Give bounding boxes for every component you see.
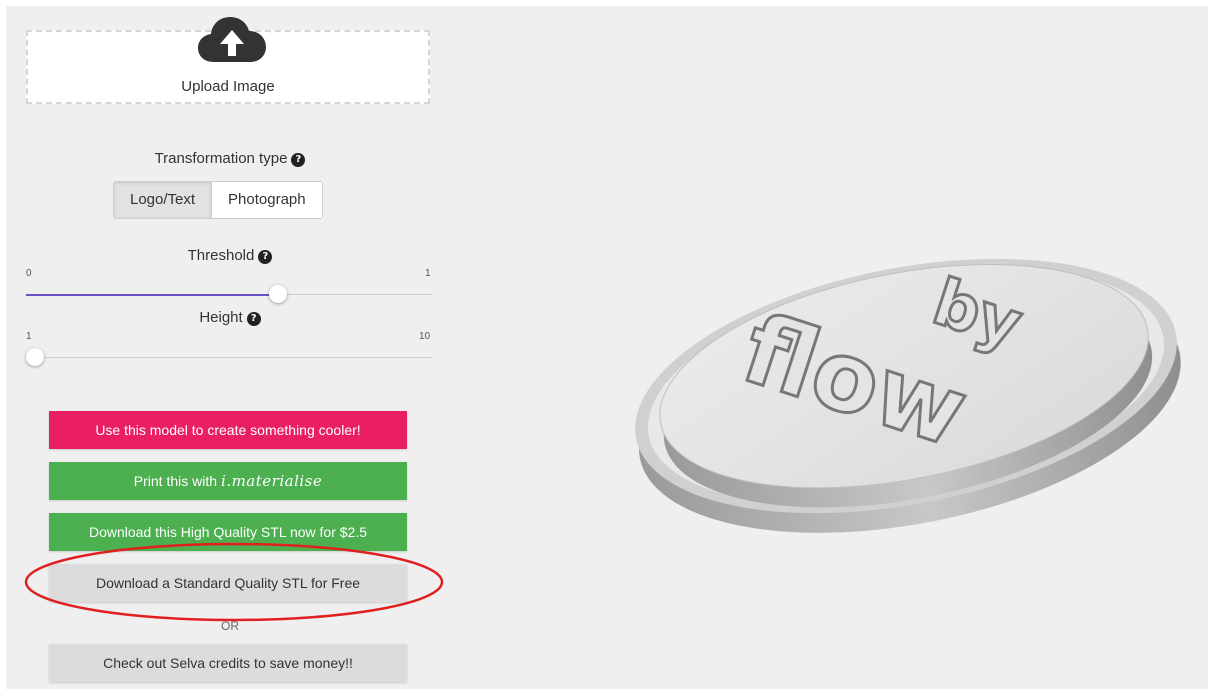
threshold-title: Threshold? (26, 247, 434, 264)
download-standard-quality-button[interactable]: Download a Standard Quality STL for Free (49, 564, 407, 602)
height-slider-thumb[interactable] (26, 348, 44, 366)
download-high-quality-button[interactable]: Download this High Quality STL now for $… (49, 513, 407, 551)
help-icon[interactable]: ? (246, 312, 261, 326)
create-something-cooler-button[interactable]: Use this model to create something coole… (49, 411, 407, 449)
option-photograph[interactable]: Photograph (212, 182, 322, 218)
threshold-slider[interactable] (26, 285, 432, 303)
threshold-min: 0 (26, 268, 32, 279)
transformation-type-toggle: Logo/Text Photograph (113, 181, 323, 219)
upload-label: Upload Image (181, 78, 275, 95)
selva-credits-button[interactable]: Check out Selva credits to save money!! (49, 644, 407, 682)
print-button-label: Print this with (133, 473, 218, 489)
help-icon[interactable]: ? (258, 250, 273, 264)
threshold-slider-fill (26, 293, 278, 296)
height-max: 10 (419, 331, 431, 342)
model-preview[interactable]: by flow (616, 236, 1196, 536)
transformation-type-label: Transformation type (154, 150, 288, 167)
or-separator: OR (221, 619, 239, 633)
height-min: 1 (26, 331, 32, 342)
threshold-max: 1 (425, 268, 431, 279)
cloud-upload-icon (198, 17, 266, 62)
threshold-label: Threshold (187, 247, 255, 264)
print-with-imaterialise-button[interactable]: Print this with i.materialise (49, 462, 407, 500)
transformation-type-title: Transformation type? (26, 150, 434, 167)
help-icon[interactable]: ? (291, 153, 306, 167)
height-slider[interactable] (26, 348, 432, 366)
height-title: Height? (26, 309, 434, 326)
imaterialise-logo: i.materialise (221, 472, 323, 490)
option-logo-text[interactable]: Logo/Text (114, 182, 213, 218)
threshold-slider-thumb[interactable] (268, 285, 287, 303)
height-label: Height (199, 309, 243, 326)
upload-dropzone[interactable]: Upload Image (26, 17, 430, 104)
app-panel: Upload Image Transformation type? Logo/T… (6, 6, 1208, 689)
